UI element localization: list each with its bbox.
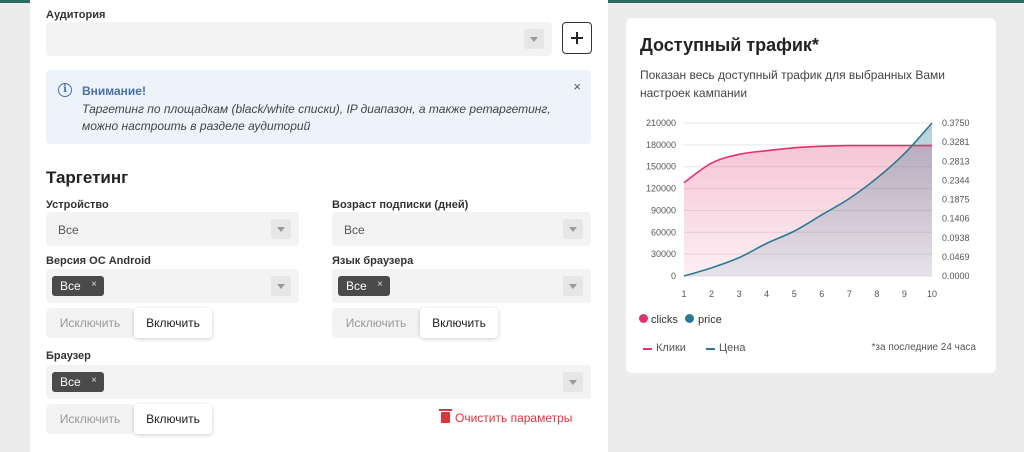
browser-toggle: Исключить Включить [46, 404, 212, 434]
targeting-panel: Аудитория i Внимание! Таргетинг по площа… [30, 0, 608, 452]
android-version-chip: Все × [52, 276, 104, 296]
audience-label: Аудитория [46, 9, 106, 21]
price-line-legend: Цена [719, 342, 746, 354]
browser-include-option[interactable]: Включить [134, 404, 212, 434]
android-version-select[interactable]: Все × [46, 269, 299, 303]
chip-label: Все [60, 375, 81, 389]
browser-language-label: Язык браузера [332, 255, 414, 267]
x-tick-label: 2 [709, 289, 714, 299]
alert-title: Внимание! [82, 84, 146, 98]
remove-chip-icon[interactable]: × [91, 279, 97, 290]
subscription-age-label: Возраст подписки (дней) [332, 199, 469, 211]
clicks-line-legend: Клики [656, 342, 686, 354]
chevron-down-icon[interactable] [563, 219, 583, 239]
targeting-title: Таргетинг [46, 168, 129, 187]
attention-alert: i Внимание! Таргетинг по площадкам (blac… [46, 70, 591, 144]
audience-select[interactable] [46, 22, 552, 56]
right-tick-label: 0.0469 [942, 252, 970, 262]
chip-label: Все [60, 279, 81, 293]
browser-language-chip: Все × [338, 276, 390, 296]
chevron-down-icon[interactable] [271, 276, 291, 296]
x-tick-label: 5 [792, 289, 797, 299]
traffic-title: Доступный трафик* [640, 35, 819, 55]
left-tick-label: 210000 [646, 118, 676, 128]
clicks-legend-dot[interactable] [639, 314, 648, 323]
browser-label: Браузер [46, 350, 91, 362]
android-include-option[interactable]: Включить [134, 308, 212, 338]
remove-chip-icon[interactable]: × [91, 375, 97, 386]
android-exclude-option[interactable]: Исключить [46, 308, 134, 338]
right-tick-label: 0.0000 [942, 271, 970, 281]
price-legend-label[interactable]: price [698, 314, 722, 326]
x-tick-label: 10 [927, 289, 937, 299]
chevron-down-icon[interactable] [271, 219, 291, 239]
clicks-legend-label[interactable]: clicks [651, 314, 678, 326]
right-tick-label: 0.1875 [942, 195, 970, 205]
browser-select[interactable]: Все × [46, 365, 591, 399]
android-version-toggle: Исключить Включить [46, 308, 212, 338]
chevron-down-icon[interactable] [563, 276, 583, 296]
alert-text: Таргетинг по площадкам (black/white спис… [82, 102, 551, 133]
device-select[interactable]: Все [46, 212, 299, 246]
trash-icon [439, 409, 452, 423]
x-tick-label: 6 [819, 289, 824, 299]
info-icon: i [58, 83, 72, 97]
left-tick-label: 30000 [651, 249, 676, 259]
clear-params-button[interactable]: Очистить параметры [439, 409, 573, 425]
clicks-line-sample [643, 348, 652, 350]
browser-language-toggle: Исключить Включить [332, 308, 498, 338]
price-legend-dot[interactable] [685, 314, 694, 323]
right-tick-label: 0.2813 [942, 156, 970, 166]
price-line-sample [706, 348, 715, 350]
chevron-down-icon[interactable] [524, 29, 544, 49]
language-exclude-option[interactable]: Исключить [332, 308, 420, 338]
x-tick-label: 9 [902, 289, 907, 299]
x-tick-label: 7 [847, 289, 852, 299]
x-tick-label: 4 [764, 289, 769, 299]
subscription-age-select[interactable]: Все [332, 212, 591, 246]
x-tick-label: 8 [874, 289, 879, 299]
right-tick-label: 0.2344 [942, 175, 970, 185]
browser-chip: Все × [52, 372, 104, 392]
close-icon[interactable]: × [573, 79, 581, 94]
browser-exclude-option[interactable]: Исключить [46, 404, 134, 434]
chip-label: Все [346, 279, 367, 293]
left-tick-label: 150000 [646, 162, 676, 172]
left-tick-label: 180000 [646, 140, 676, 150]
right-tick-label: 0.3281 [942, 137, 970, 147]
device-value: Все [58, 223, 79, 237]
language-include-option[interactable]: Включить [420, 308, 498, 338]
subscription-age-value: Все [344, 223, 365, 237]
x-tick-label: 1 [681, 289, 686, 299]
left-tick-label: 120000 [646, 184, 676, 194]
browser-language-select[interactable]: Все × [332, 269, 591, 303]
add-audience-button[interactable] [562, 22, 592, 54]
right-tick-label: 0.3750 [942, 118, 970, 128]
chevron-down-icon[interactable] [563, 372, 583, 392]
left-tick-label: 90000 [651, 205, 676, 215]
traffic-panel: Доступный трафик* Показан весь доступный… [626, 18, 996, 373]
right-tick-label: 0.1406 [942, 214, 970, 224]
traffic-chart: 210000 180000 150000 120000 90000 60000 30000 0… [646, 118, 970, 299]
device-label: Устройство [46, 199, 109, 211]
right-tick-label: 0.0938 [942, 233, 970, 243]
android-version-label: Версия ОС Android [46, 255, 151, 267]
x-tick-label: 3 [737, 289, 742, 299]
left-tick-label: 0 [671, 271, 676, 281]
traffic-subtitle: Показан весь доступный трафик для выбран… [640, 68, 945, 100]
remove-chip-icon[interactable]: × [377, 279, 383, 290]
clear-params-label: Очистить параметры [455, 411, 573, 425]
left-tick-label: 60000 [651, 227, 676, 237]
traffic-footnote: *за последние 24 часа [871, 342, 977, 353]
